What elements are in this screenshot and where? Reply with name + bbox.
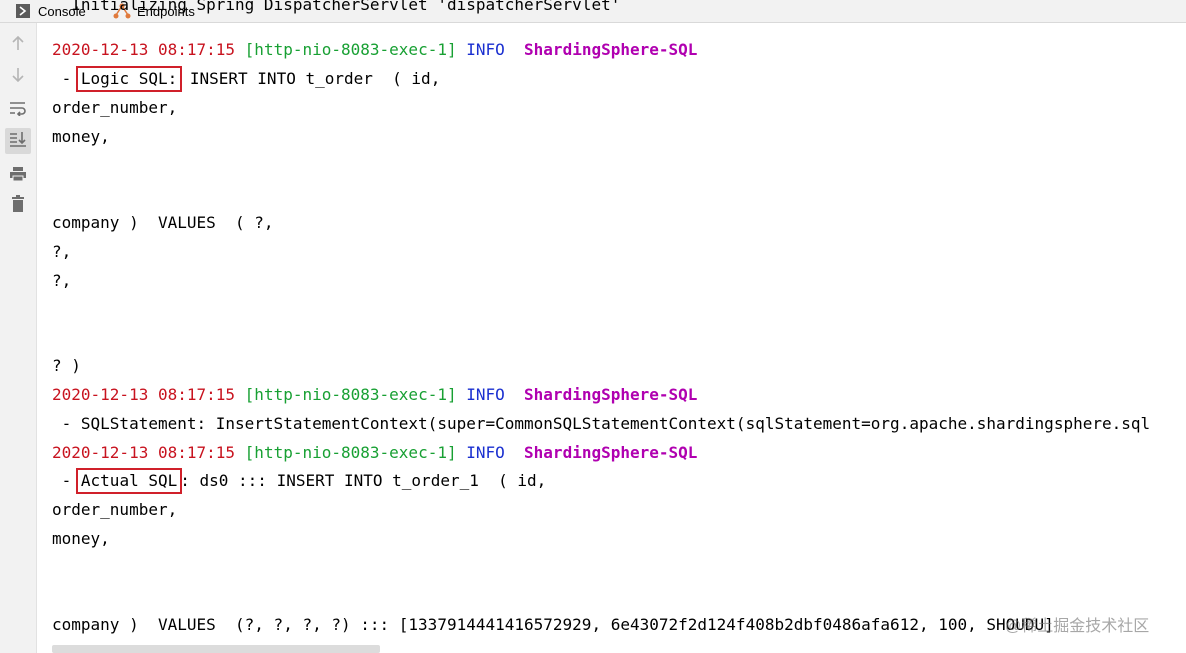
- scroll-to-end-button[interactable]: [5, 128, 31, 154]
- up-arrow-icon: [11, 35, 25, 55]
- log-logger: ShardingSphere-SQL: [524, 385, 698, 404]
- log-header-line: 2020-12-13 08:17:15 [http-nio-8083-exec-…: [52, 442, 697, 464]
- console-line: ?,: [52, 271, 72, 290]
- log-level: INFO: [466, 443, 505, 462]
- trash-icon: [11, 195, 25, 217]
- logic-sql-line: - Logic SQL: INSERT INTO t_order ( id,: [52, 66, 441, 92]
- down-arrow-icon: [11, 67, 25, 87]
- console-icon: [16, 4, 30, 18]
- logic-prefix: -: [52, 69, 81, 88]
- down-arrow-button[interactable]: [5, 64, 31, 90]
- horizontal-scrollbar[interactable]: [52, 645, 380, 653]
- soft-wrap-button[interactable]: [5, 97, 31, 123]
- log-level: INFO: [466, 385, 505, 404]
- log-thread: [http-nio-8083-exec-1]: [244, 385, 457, 404]
- console-line: money,: [52, 529, 110, 548]
- logic-sql-highlight: Logic SQL:: [75, 66, 183, 92]
- console-line: Initializing Spring DispatcherServlet 'd…: [52, 0, 621, 14]
- actual-sql-highlight: Actual SQL: [75, 468, 183, 494]
- print-icon: [9, 166, 27, 186]
- console-line: company ) VALUES (?, ?, ?, ?) ::: [13379…: [52, 615, 1054, 634]
- console-line: ?,: [52, 242, 72, 261]
- log-header-line: 2020-12-13 08:17:15 [http-nio-8083-exec-…: [52, 384, 697, 406]
- console-line: company ) VALUES ( ?,: [52, 213, 274, 232]
- log-timestamp: 2020-12-13 08:17:15: [52, 40, 236, 59]
- scroll-to-end-icon: [9, 131, 27, 151]
- console-line: order_number,: [52, 98, 178, 117]
- console-line: money,: [52, 127, 110, 146]
- actual-sql-line: - Actual SQL: ds0 ::: INSERT INTO t_orde…: [52, 468, 547, 494]
- soft-wrap-icon: [9, 100, 27, 120]
- console-toolbar: [0, 23, 37, 653]
- log-logger: ShardingSphere-SQL: [524, 40, 698, 59]
- clear-all-button[interactable]: [5, 193, 31, 219]
- print-button[interactable]: [5, 163, 31, 189]
- log-header-line: 2020-12-13 08:17:15 [http-nio-8083-exec-…: [52, 39, 697, 61]
- log-timestamp: 2020-12-13 08:17:15: [52, 385, 236, 404]
- watermark: @稀土掘金技术社区: [1005, 618, 1150, 635]
- console-line: order_number,: [52, 500, 178, 519]
- log-thread: [http-nio-8083-exec-1]: [244, 443, 457, 462]
- log-logger: ShardingSphere-SQL: [524, 443, 698, 462]
- console-line: ? ): [52, 356, 81, 375]
- log-level: INFO: [466, 40, 505, 59]
- log-timestamp: 2020-12-13 08:17:15: [52, 443, 236, 462]
- logic-sql-text: INSERT INTO t_order ( id,: [180, 69, 441, 88]
- up-arrow-button[interactable]: [5, 32, 31, 58]
- actual-prefix: -: [52, 471, 81, 490]
- log-thread: [http-nio-8083-exec-1]: [244, 40, 457, 59]
- console-line: - SQLStatement: InsertStatementContext(s…: [52, 414, 1151, 433]
- actual-sql-text: : ds0 ::: INSERT INTO t_order_1 ( id,: [180, 471, 547, 490]
- console-output[interactable]: Initializing Spring DispatcherServlet 'd…: [52, 0, 1186, 653]
